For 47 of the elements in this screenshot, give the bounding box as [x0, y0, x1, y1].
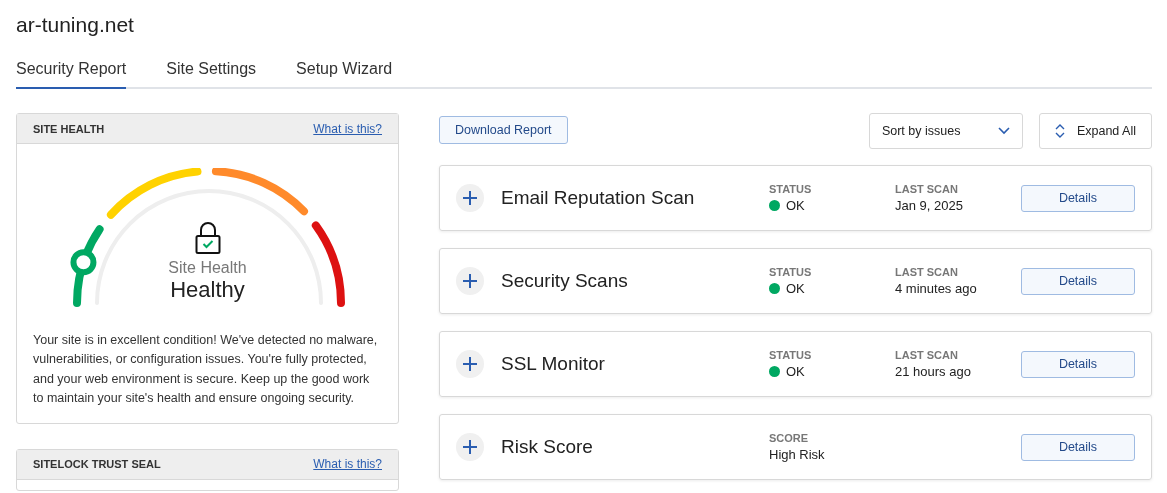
tab[interactable]: Setup Wizard — [296, 60, 393, 89]
expand-chevrons-icon — [1054, 123, 1065, 139]
health-description: Your site is in excellent condition! We've detected no malware, vulnerabilities, or configuration issues. You're fully protected, and your web environment is secure. Keep up the good work to maintain your site's health and ensure ongoing security. — [32, 332, 379, 408]
field-label: LAST SCAN — [895, 349, 959, 361]
card-heading: SITE HEALTH — [33, 122, 105, 135]
field-label: LAST SCAN — [895, 183, 959, 195]
field-label: LAST SCAN — [895, 266, 959, 278]
scan-name: Risk Score — [501, 436, 594, 458]
plus-icon — [462, 439, 478, 455]
status-value: OK — [786, 281, 805, 296]
status-value: OK — [786, 198, 805, 213]
download-report-button[interactable]: Download Report — [439, 115, 568, 144]
details-button[interactable]: Details — [1021, 184, 1135, 212]
site-title: ar-tuning.net — [16, 12, 135, 38]
score-value: High Risk — [769, 447, 826, 462]
card-heading: SITELOCK TRUST SEAL — [33, 458, 161, 471]
sort-dropdown[interactable]: Sort by issues — [868, 113, 1023, 149]
expand-button[interactable] — [456, 267, 484, 295]
field-label: STATUS — [769, 183, 813, 195]
tab[interactable]: Site Settings — [166, 60, 257, 89]
field-label: STATUS — [769, 266, 813, 278]
scan-name: Email Reputation Scan — [501, 187, 696, 209]
plus-icon — [462, 356, 478, 372]
gauge-label: Site Health — [168, 259, 247, 277]
expand-button[interactable] — [456, 433, 484, 461]
scan-name: SSL Monitor — [501, 353, 606, 375]
field-label: SCORE — [769, 432, 810, 444]
last-scan-date: 21 hours ago — [895, 364, 972, 379]
expand-all-button[interactable]: Expand All — [1038, 113, 1152, 149]
details-button[interactable]: Details — [1021, 350, 1135, 378]
padlock-check-icon — [194, 221, 221, 255]
field-label: STATUS — [769, 349, 813, 361]
plus-icon — [462, 273, 478, 289]
status-value: OK — [786, 364, 805, 379]
details-button[interactable]: Details — [1021, 433, 1135, 461]
what-is-this-link[interactable]: What is this? — [313, 121, 382, 136]
last-scan-date: Jan 9, 2025 — [895, 198, 964, 213]
expand-button[interactable] — [456, 184, 484, 212]
tab[interactable]: Security Report — [16, 60, 127, 89]
what-is-this-link[interactable]: What is this? — [313, 457, 382, 472]
chevron-down-icon — [997, 127, 1010, 135]
plus-icon — [462, 190, 478, 206]
scan-name: Security Scans — [501, 270, 629, 292]
health-status: Healthy — [170, 277, 245, 303]
details-button[interactable]: Details — [1021, 267, 1135, 295]
expand-button[interactable] — [456, 350, 484, 378]
last-scan-date: 4 minutes ago — [895, 281, 978, 296]
